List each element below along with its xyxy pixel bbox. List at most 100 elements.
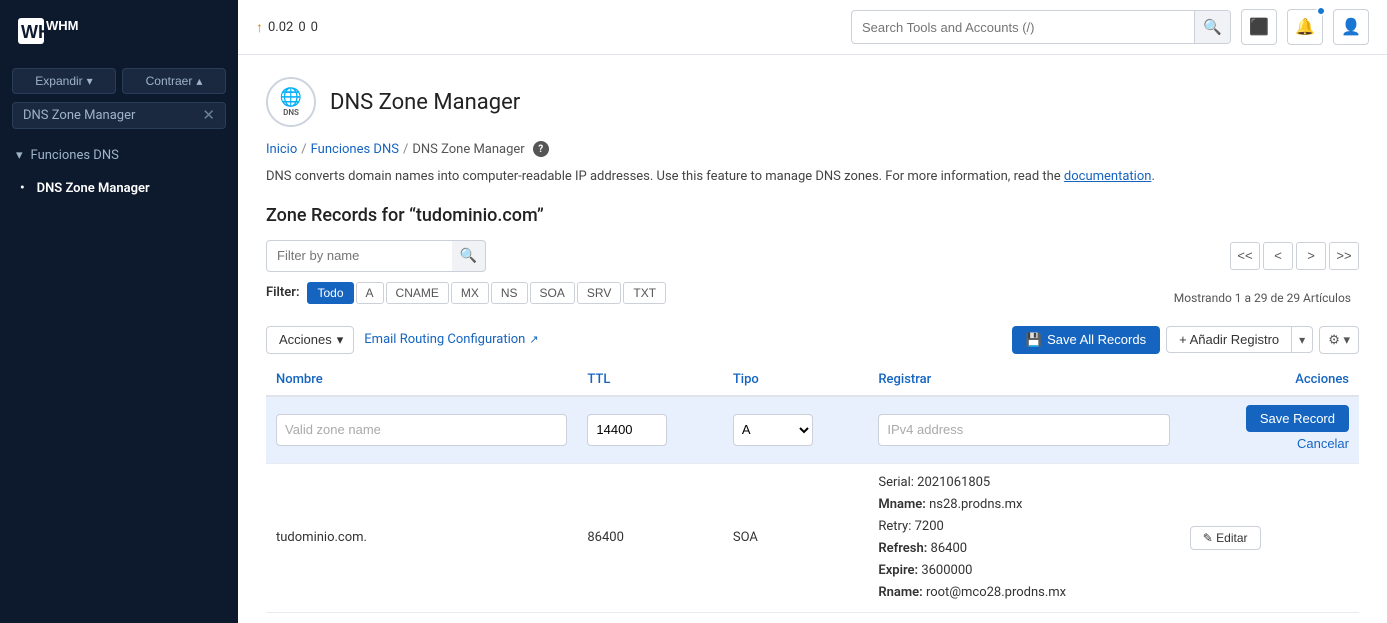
- topbar-left: ↑ 0.02 0 0: [256, 19, 318, 36]
- monitor-icon-btn[interactable]: ⬛: [1241, 9, 1277, 45]
- breadcrumb-funciones-dns[interactable]: Funciones DNS: [311, 142, 399, 157]
- load-val2: 0: [298, 20, 305, 35]
- type-btn-soa[interactable]: SOA: [530, 282, 575, 304]
- page-description: DNS converts domain names into computer-…: [266, 167, 1359, 187]
- notifications-button[interactable]: 🔔: [1287, 9, 1323, 45]
- breadcrumb: Inicio / Funciones DNS / DNS Zone Manage…: [266, 141, 1359, 157]
- type-btn-todo[interactable]: Todo: [307, 282, 353, 304]
- new-tipo-select[interactable]: A AAAA CNAME MX NS SOA SRV TXT: [733, 414, 813, 446]
- mname-value: ns28.prodns.mx: [929, 497, 1022, 512]
- add-registro-group: + Añadir Registro ▾: [1166, 326, 1313, 353]
- col-registrar: Registrar: [868, 364, 1179, 396]
- table-row: tudominio.com. 86400 SOA Serial: 2021061…: [266, 463, 1359, 613]
- search-input[interactable]: [852, 20, 1194, 35]
- breadcrumb-current: DNS Zone Manager: [412, 142, 524, 157]
- showing-label: Mostrando 1 a 29 de 29 Artículos: [1174, 291, 1351, 305]
- new-registrar-input[interactable]: [878, 414, 1169, 446]
- help-icon[interactable]: ?: [533, 141, 549, 157]
- type-btn-a[interactable]: A: [356, 282, 384, 304]
- load-value: 0.02: [268, 20, 293, 35]
- new-record-row: A AAAA CNAME MX NS SOA SRV TXT: [266, 396, 1359, 464]
- new-record-actions-cell: Save Record Cancelar: [1180, 396, 1359, 464]
- new-nombre-cell: [266, 396, 577, 464]
- topbar: ↑ 0.02 0 0 🔍 ⬛ 🔔 👤: [238, 0, 1387, 55]
- add-registro-dropdown-button[interactable]: ▾: [1292, 326, 1313, 353]
- pagination: << < > >>: [1230, 242, 1359, 270]
- col-nombre: Nombre: [266, 364, 577, 396]
- pagination-next[interactable]: >: [1296, 242, 1326, 270]
- sidebar-item-dns-zone-manager[interactable]: DNS Zone Manager: [0, 172, 238, 205]
- acciones-button[interactable]: Acciones ▾: [266, 326, 354, 354]
- dns-icon: 🌐 DNS: [266, 77, 316, 127]
- chevron-down-icon: ▾: [337, 332, 344, 348]
- type-btn-ns[interactable]: NS: [491, 282, 528, 304]
- new-nombre-input[interactable]: [276, 414, 567, 446]
- search-tag-dns-zone[interactable]: DNS Zone Manager ✕: [12, 102, 226, 129]
- collapse-button[interactable]: Contraer ▴: [122, 68, 226, 94]
- sidebar-controls: Expandir ▾ Contraer ▴: [0, 60, 238, 102]
- add-registro-button[interactable]: + Añadir Registro: [1166, 326, 1292, 353]
- gear-btn-group: ⚙ ▾: [1319, 326, 1359, 354]
- new-registrar-cell: [868, 396, 1179, 464]
- cancelar-button[interactable]: Cancelar: [1297, 432, 1349, 455]
- email-routing-link[interactable]: Email Routing Configuration ↗: [364, 332, 538, 347]
- topbar-right: 🔍 ⬛ 🔔 👤: [851, 9, 1369, 45]
- page-title: DNS Zone Manager: [330, 90, 520, 115]
- expire-value: 3600000: [921, 563, 972, 578]
- filter-pagination-row: 🔍 << < > >>: [266, 240, 1359, 272]
- new-ttl-input[interactable]: [587, 414, 667, 446]
- logo: WHM WHM: [0, 0, 238, 60]
- filter-label: Filter:: [266, 285, 299, 300]
- save-all-records-button[interactable]: 💾 Save All Records: [1012, 326, 1160, 354]
- main-content: ↑ 0.02 0 0 🔍 ⬛ 🔔 👤 🌐 DNS: [238, 0, 1387, 623]
- type-btn-mx[interactable]: MX: [451, 282, 489, 304]
- chevron-down-icon: ▾: [16, 148, 23, 163]
- pagination-prev[interactable]: <: [1263, 242, 1293, 270]
- new-tipo-cell: A AAAA CNAME MX NS SOA SRV TXT: [723, 396, 869, 464]
- soa-tipo-cell: SOA: [723, 463, 869, 613]
- type-btn-srv[interactable]: SRV: [577, 282, 621, 304]
- page-header: 🌐 DNS DNS Zone Manager: [266, 77, 1359, 127]
- filter-search-button[interactable]: 🔍: [452, 240, 486, 272]
- col-tipo: Tipo: [723, 364, 869, 396]
- new-ttl-cell: [577, 396, 723, 464]
- actions-left: Acciones ▾ Email Routing Configuration ↗: [266, 326, 539, 354]
- gear-settings-button[interactable]: ⚙ ▾: [1319, 326, 1359, 354]
- editar-button[interactable]: ✎ Editar: [1190, 526, 1261, 550]
- pagination-last[interactable]: >>: [1329, 242, 1359, 270]
- sidebar: WHM WHM Expandir ▾ Contraer ▴ DNS Zone M…: [0, 0, 238, 623]
- refresh-value: 86400: [931, 541, 968, 556]
- retry-value: 7200: [915, 519, 944, 534]
- serial-value: 2021061805: [917, 475, 990, 490]
- breadcrumb-inicio[interactable]: Inicio: [266, 142, 297, 157]
- save-icon: 💾: [1026, 332, 1042, 348]
- documentation-link[interactable]: documentation: [1064, 169, 1152, 184]
- search-button[interactable]: 🔍: [1194, 10, 1230, 44]
- search-box: 🔍: [851, 10, 1231, 44]
- type-filters: Filter: Todo A CNAME MX NS SOA SRV TXT: [266, 282, 666, 304]
- actions-right: 💾 Save All Records + Añadir Registro ▾ ⚙…: [1012, 326, 1359, 354]
- rname-value: root@mco28.prodns.mx: [926, 585, 1066, 600]
- user-profile-button[interactable]: 👤: [1333, 9, 1369, 45]
- type-btn-cname[interactable]: CNAME: [386, 282, 449, 304]
- nav-group-funciones-dns[interactable]: ▾ Funciones DNS: [0, 139, 238, 172]
- soa-ttl-cell: 86400: [577, 463, 723, 613]
- load-arrow-icon: ↑: [256, 19, 263, 36]
- type-btn-txt[interactable]: TXT: [623, 282, 666, 304]
- save-record-button[interactable]: Save Record: [1246, 405, 1349, 432]
- soa-nombre-cell: tudominio.com.: [266, 463, 577, 613]
- actions-bar: Acciones ▾ Email Routing Configuration ↗…: [266, 326, 1359, 354]
- external-link-icon: ↗: [529, 333, 538, 346]
- load-val3: 0: [311, 20, 318, 35]
- col-ttl: TTL: [577, 364, 723, 396]
- mname-label: Mname:: [878, 497, 925, 512]
- close-tag-icon[interactable]: ✕: [202, 108, 215, 123]
- expire-label: Expire:: [878, 563, 918, 578]
- zone-title: Zone Records for “tudominio.com”: [266, 205, 1359, 226]
- refresh-label: Refresh:: [878, 541, 927, 556]
- expand-button[interactable]: Expandir ▾: [12, 68, 116, 94]
- soa-registrar-cell: Serial: 2021061805 Mname: ns28.prodns.mx…: [868, 463, 1179, 613]
- pagination-first[interactable]: <<: [1230, 242, 1260, 270]
- col-acciones: Acciones: [1180, 364, 1359, 396]
- content-area: 🌐 DNS DNS Zone Manager Inicio / Funcione…: [238, 55, 1387, 623]
